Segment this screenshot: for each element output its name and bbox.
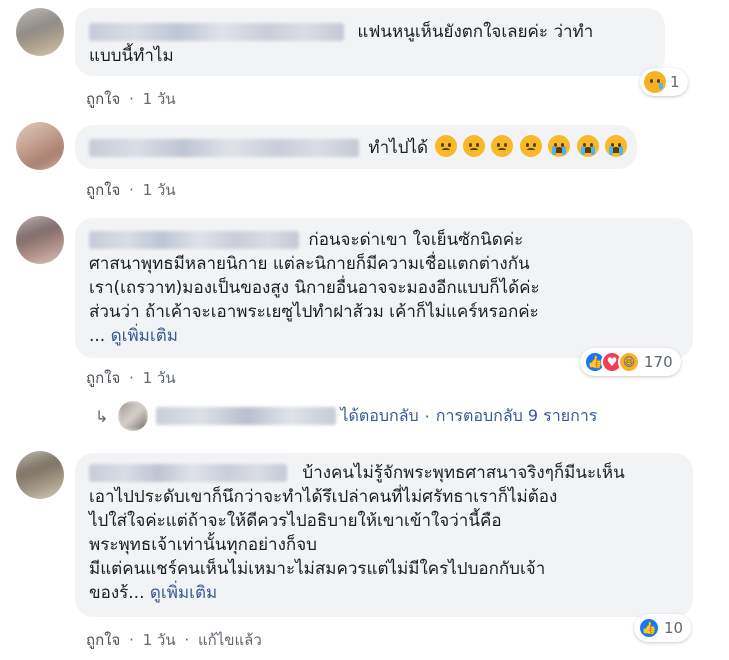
reply-action-text: ได้ตอบกลับ [340,405,419,425]
like-link[interactable]: ถูกใจ [86,369,120,387]
avatar[interactable] [16,451,64,499]
comment-text-line: บ้างคนไม่รู้จักพระพุทธศาสนาจริงๆก็มีนะเห… [302,463,625,483]
sad-emoji-icon [491,135,514,157]
reaction-count: 170 [644,353,673,371]
comment-text-line: เอาไปประดับเขาก็นึกว่าจะทำได้รึเปล่าคนที… [89,487,558,507]
commenter-name[interactable] [89,139,359,157]
sad-emoji-icon [519,135,542,157]
sad-emoji-icon [462,135,485,157]
comment-text-line: พระพุทธเจ้าเท่านั้นทุกอย่างก็จบ [89,535,317,555]
like-link[interactable]: ถูกใจ [86,631,120,649]
separator-dot: · [129,181,134,199]
comment-actions: ถูกใจ · 1 วัน [86,178,176,202]
avatar[interactable] [16,8,64,56]
separator-dot: · [184,631,190,649]
comment-text-line: ทำไปได้ [368,138,429,158]
sad-emoji-icon [434,135,457,157]
comment-text-line: เรา(เถรวาท)มองเป็นของสูง นิกายอื่นอาจจะม… [89,278,540,298]
comment-text-line: มีแต่คนแชร์คนเห็นไม่เหมาะไม่สมควรแต่ไม่ม… [89,559,546,579]
sad-icon [644,71,666,93]
reaction-count: 10 [664,619,684,637]
edited-label[interactable]: แก้ไขแล้ว [198,631,262,649]
like-icon: 👍 [638,617,660,639]
reaction-summary[interactable]: 1 [640,68,688,96]
reply-avatar [118,401,149,431]
reaction-summary[interactable]: 👍 ♥ 😆 170 [580,348,681,376]
reply-arrow-icon: ↳ [95,406,109,426]
crying-emoji-icon [576,135,599,157]
see-more-link[interactable]: ดูเพิ่มเติม [111,326,178,346]
comment-text-line: ศาสนาพุทธมีหลายนิกาย แต่ละนิกายก็มีความเ… [89,254,530,274]
comment-text-line: แฟนหนูเห็นยังตกใจเลยค่ะ ว่าทำ [357,22,594,42]
commenter-name[interactable] [89,464,287,482]
comment-actions: ถูกใจ · 1 วัน [86,366,176,390]
avatar[interactable] [16,216,64,264]
comment-text-line: แบบนี้ทำไม [89,46,174,66]
haha-icon: 😆 [618,351,640,373]
replier-name [156,407,337,425]
timestamp[interactable]: 1 วัน [143,90,176,108]
comment-bubble: บ้างคนไม่รู้จักพระพุทธศาสนาจริงๆก็มีนะเห… [75,453,693,617]
reaction-count: 1 [670,73,680,91]
comment-actions: ถูกใจ · 1 วัน [86,87,176,111]
replies-link[interactable]: ↳ ได้ตอบกลับ · การตอบกลับ 9 รายการ [95,401,597,431]
commenter-name[interactable] [89,231,299,249]
like-link[interactable]: ถูกใจ [86,181,120,199]
comment-bubble: ก่อนจะด่าเขา ใจเย็นซักนิดค่ะ ศาสนาพุทธมี… [75,218,693,358]
separator-dot: · [424,406,430,426]
comment-bubble: ทำไปได้ [75,125,637,169]
commenter-name[interactable] [89,23,344,41]
comment-text-line: ก่อนจะด่าเขา ใจเย็นซักนิดค่ะ [308,230,524,250]
avatar[interactable] [16,122,64,170]
separator-dot: · [129,631,134,649]
reaction-summary[interactable]: 👍 10 [634,614,692,642]
like-link[interactable]: ถูกใจ [86,90,120,108]
ellipsis: ... [89,326,106,346]
crying-emoji-icon [548,135,571,157]
see-more-link[interactable]: ดูเพิ่มเติม [150,583,217,603]
timestamp[interactable]: 1 วัน [143,369,176,387]
comment-bubble: แฟนหนูเห็นยังตกใจเลยค่ะ ว่าทำ แบบนี้ทำไม [75,8,665,76]
crying-emoji-icon [604,135,627,157]
comment-text-line: ส่วนว่า ถ้าเค้าจะเอาพระเยซูไปทำฝาส้วม เค… [89,302,539,322]
reply-count-text: การตอบกลับ 9 รายการ [435,405,598,425]
comment-text-line: ของร้... [89,583,145,603]
separator-dot: · [129,369,134,387]
comment-text-line: ไปใส่ใจค่ะแต่ถ้าจะให้ดีควรไปอธิบายให้เขา… [89,511,502,531]
timestamp[interactable]: 1 วัน [143,631,176,649]
separator-dot: · [129,90,134,108]
timestamp[interactable]: 1 วัน [143,181,176,199]
comment-actions: ถูกใจ · 1 วัน · แก้ไขแล้ว [86,628,262,652]
